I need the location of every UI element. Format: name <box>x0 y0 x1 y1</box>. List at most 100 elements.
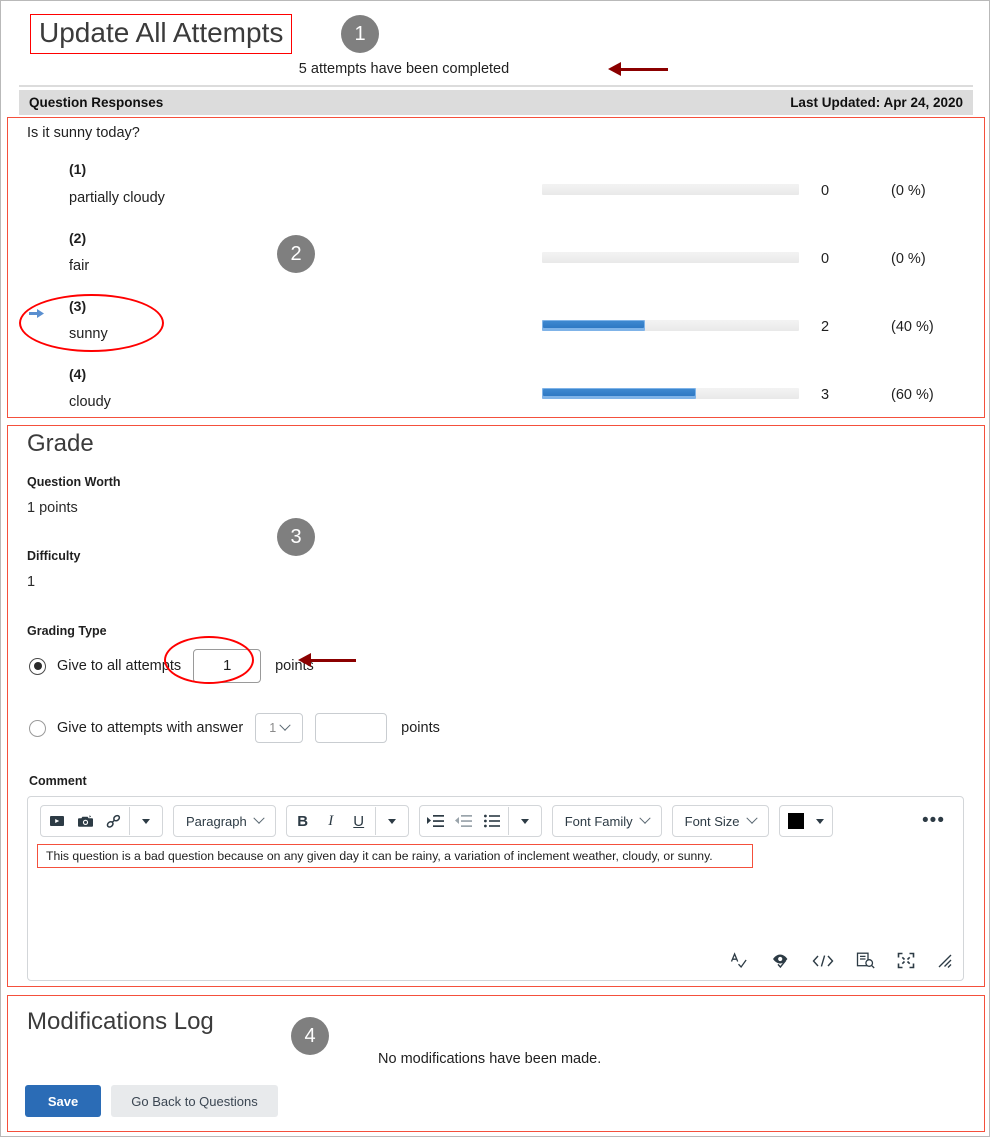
option-bar-fill <box>542 388 697 399</box>
option-count: 0 <box>821 183 830 199</box>
italic-icon[interactable]: I <box>317 807 345 835</box>
header-divider <box>19 85 973 87</box>
indent-decrease-icon[interactable] <box>450 807 478 835</box>
toolbar-separator <box>507 807 509 835</box>
insert-more-caret-icon[interactable] <box>132 807 160 835</box>
html-source-icon[interactable] <box>812 954 834 973</box>
comment-label: Comment <box>29 774 87 788</box>
option-number: (2) <box>69 230 87 246</box>
font-size-label: Font Size <box>684 813 740 829</box>
block-format-group[interactable]: Paragraph <box>173 805 276 837</box>
answer-choice-select[interactable]: 1 <box>255 713 304 743</box>
font-family-group[interactable]: Font Family <box>551 805 662 837</box>
paragraph-select-label: Paragraph <box>186 813 247 829</box>
option-label: cloudy <box>69 394 111 410</box>
chevron-down-icon <box>745 812 758 824</box>
grading-type-with-answer-row[interactable]: Give to attempts with answer 1 points <box>29 713 440 743</box>
accessibility-check-icon[interactable] <box>771 952 790 974</box>
chevron-down-icon <box>279 719 291 731</box>
question-worth-value: 1 points <box>27 500 78 516</box>
go-back-to-questions-button[interactable]: Go Back to Questions <box>111 1085 278 1117</box>
bulleted-list-icon[interactable] <box>478 807 506 835</box>
modifications-empty-text: No modifications have been made. <box>378 1051 602 1067</box>
question-responses-band: Question Responses Last Updated: Apr 24,… <box>19 90 973 115</box>
annotation-ellipse-points-input <box>164 636 254 684</box>
grade-heading: Grade <box>27 430 94 457</box>
annotation-badge-2: 2 <box>277 235 315 273</box>
caret-down-icon <box>387 818 396 824</box>
indent-increase-icon[interactable] <box>422 807 450 835</box>
option-number: (1) <box>69 161 87 177</box>
insert-media-icon[interactable] <box>43 807 71 835</box>
radio-give-to-attempts-with-answer[interactable] <box>29 719 46 737</box>
editor-status-bar <box>730 952 953 974</box>
arrow-shaft <box>621 67 668 71</box>
with-answer-points-unit: points <box>401 720 440 736</box>
page-title: Update All Attempts <box>39 17 284 48</box>
toolbar-separator <box>129 807 130 835</box>
arrow-head-icon <box>298 653 311 667</box>
comment-editor: Paragraph B I U Font Family Font Size ••… <box>27 796 964 981</box>
font-family-select[interactable]: Font Family <box>555 806 659 836</box>
option-label: fair <box>69 258 90 274</box>
update-all-attempts-page: Update All Attempts 1 5 attempts have be… <box>0 0 990 1137</box>
option-count: 2 <box>821 319 830 335</box>
underline-icon[interactable]: U <box>345 807 373 835</box>
font-size-group[interactable]: Font Size <box>671 805 769 837</box>
difficulty-value: 1 <box>27 574 36 590</box>
insert-image-icon[interactable] <box>71 807 99 835</box>
radio-give-to-attempts-with-answer-label: Give to attempts with answer <box>57 720 244 736</box>
spellcheck-icon[interactable] <box>730 952 749 974</box>
arrow-head-icon <box>608 62 621 76</box>
attempts-completed-row: 5 attempts have been completed <box>1 61 989 77</box>
text-style-more-caret-icon[interactable] <box>378 807 406 835</box>
text-color-swatch-icon[interactable] <box>787 813 804 829</box>
caret-down-icon <box>142 818 150 824</box>
option-bar-track <box>542 252 799 263</box>
modifications-log-heading: Modifications Log <box>27 1008 214 1035</box>
radio-give-to-all-attempts-label: Give to all attempts <box>57 658 182 674</box>
annotation-arrow-attempts <box>608 62 668 76</box>
insert-link-icon[interactable] <box>99 807 127 835</box>
resize-handle-icon[interactable] <box>937 953 953 974</box>
editor-toolbar: Paragraph B I U Font Family Font Size ••… <box>28 797 963 845</box>
editor-insert-group <box>40 805 163 837</box>
text-color-caret-down-icon[interactable] <box>815 818 824 824</box>
word-count-icon[interactable] <box>856 952 875 974</box>
font-size-select[interactable]: Font Size <box>675 806 766 836</box>
text-style-group: B I U <box>285 805 409 837</box>
question-prompt: Is it sunny today? <box>27 125 140 141</box>
option-percent: (0 %) <box>891 251 926 267</box>
fullscreen-icon[interactable] <box>897 952 915 974</box>
list-more-caret-icon[interactable] <box>511 807 539 835</box>
comment-text: This question is a bad question because … <box>46 849 713 863</box>
with-answer-points-input[interactable] <box>315 713 388 743</box>
toolbar-separator <box>374 807 376 835</box>
chevron-down-icon <box>253 812 265 824</box>
comment-text-highlight[interactable]: This question is a bad question because … <box>37 844 753 868</box>
page-title-highlight: Update All Attempts <box>30 14 293 54</box>
question-worth-label: Question Worth <box>27 475 121 489</box>
option-percent: (0 %) <box>891 183 926 199</box>
paragraph-select[interactable]: Paragraph <box>176 806 273 836</box>
bold-icon[interactable]: B <box>289 807 317 835</box>
option-number: (4) <box>69 366 87 382</box>
responses-panel-highlight <box>7 117 985 418</box>
option-percent: (40 %) <box>891 319 934 335</box>
option-label: partially cloudy <box>69 190 165 206</box>
last-updated-label: Last Updated: Apr 24, 2020 <box>790 95 963 110</box>
question-responses-label: Question Responses <box>29 95 164 110</box>
caret-down-icon <box>520 818 529 824</box>
annotation-ellipse-option3 <box>19 294 164 352</box>
radio-give-to-all-attempts[interactable] <box>29 657 46 675</box>
annotation-badge-4: 4 <box>291 1017 329 1055</box>
annotation-badge-3: 3 <box>277 518 315 556</box>
toolbar-overflow-icon[interactable]: ••• <box>922 811 951 830</box>
arrow-shaft <box>311 658 356 662</box>
indent-list-group <box>418 805 542 837</box>
option-count: 0 <box>821 251 830 267</box>
save-button[interactable]: Save <box>25 1085 101 1117</box>
annotation-arrow-points <box>298 653 356 667</box>
font-family-label: Font Family <box>564 813 633 829</box>
answer-choice-select-value: 1 <box>269 721 277 735</box>
